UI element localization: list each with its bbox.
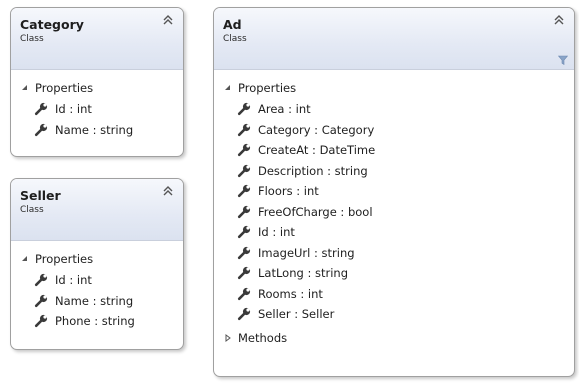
expanded-triangle-icon[interactable] [20, 254, 30, 264]
property-item[interactable]: FreeOfCharge : bool [214, 202, 574, 223]
section-header-properties[interactable]: Properties [11, 249, 183, 269]
section-header-properties[interactable]: Properties [214, 78, 574, 98]
class-header[interactable]: Category Class [11, 8, 183, 70]
property-item[interactable]: Phone : string [11, 311, 183, 332]
property-item[interactable]: ImageUrl : string [214, 243, 574, 264]
wrench-icon [34, 273, 48, 287]
property-text: Id : int [55, 273, 92, 287]
property-text: Name : string [55, 293, 134, 308]
section-methods: Methods [214, 325, 574, 348]
class-name: Seller [20, 188, 61, 203]
property-text: Name : string [55, 122, 134, 137]
property-item[interactable]: Name : string [11, 291, 183, 312]
wrench-icon [237, 123, 251, 136]
class-shape-category[interactable]: Category Class Properties Id : int Name … [10, 7, 184, 157]
property-text: ImageUrl : string [258, 245, 355, 260]
section-header-properties[interactable]: Properties [11, 78, 183, 98]
double-chevron-up-icon[interactable] [161, 13, 175, 27]
wrench-icon [237, 266, 251, 280]
class-kind: Class [20, 34, 44, 44]
wrench-icon [237, 184, 251, 198]
class-header[interactable]: Ad Class [214, 8, 574, 70]
property-text: Id : int [55, 102, 92, 116]
collapsed-triangle-icon[interactable] [223, 333, 233, 343]
property-text: LatLong : string [258, 266, 348, 280]
property-item[interactable]: Seller : Seller [214, 304, 574, 325]
double-chevron-up-icon[interactable] [161, 184, 175, 198]
property-text: Id : int [258, 225, 295, 239]
property-item[interactable]: Category : Category [214, 120, 574, 141]
wrench-icon [237, 287, 251, 300]
class-shape-ad[interactable]: Ad Class Properties Area : int Category … [213, 7, 575, 377]
property-item[interactable]: Rooms : int [214, 284, 574, 305]
property-item[interactable]: Id : int [11, 270, 183, 291]
wrench-icon [34, 102, 48, 116]
property-item[interactable]: Id : int [214, 222, 574, 243]
class-name: Ad [223, 17, 242, 32]
wrench-icon [237, 143, 251, 157]
property-text: CreateAt : DateTime [258, 143, 376, 157]
property-item[interactable]: LatLong : string [214, 263, 574, 284]
section-label: Properties [238, 81, 297, 95]
section-label: Methods [238, 330, 288, 345]
wrench-icon [34, 314, 48, 328]
section-label: Properties [35, 252, 94, 266]
section-properties: Properties Id : int Name : string [11, 70, 183, 140]
expanded-triangle-icon[interactable] [223, 83, 233, 93]
property-text: Area : int [258, 102, 311, 116]
wrench-icon [34, 123, 48, 136]
property-text: Category : Category [258, 122, 375, 137]
wrench-icon [237, 102, 251, 116]
property-item[interactable]: Area : int [214, 99, 574, 120]
wrench-icon [237, 246, 251, 259]
property-text: Description : string [258, 163, 368, 178]
wrench-icon [237, 164, 251, 177]
property-text: Seller : Seller [258, 307, 335, 321]
expanded-triangle-icon[interactable] [20, 83, 30, 93]
section-header-methods[interactable]: Methods [214, 328, 574, 348]
class-header[interactable]: Seller Class [11, 179, 183, 241]
property-item[interactable]: Floors : int [214, 181, 574, 202]
class-kind: Class [20, 205, 44, 215]
filter-funnel-icon[interactable] [558, 55, 568, 65]
section-properties: Properties Id : int Name : string [11, 241, 183, 332]
wrench-icon [34, 294, 48, 307]
property-item[interactable]: Description : string [214, 161, 574, 182]
class-kind: Class [223, 34, 247, 44]
section-properties: Properties Area : int Category : Categor… [214, 70, 574, 325]
double-chevron-up-icon[interactable] [552, 13, 566, 27]
property-item[interactable]: Name : string [11, 120, 183, 141]
wrench-icon [237, 205, 251, 218]
property-item[interactable]: CreateAt : DateTime [214, 140, 574, 161]
property-text: Floors : int [258, 184, 319, 198]
section-label: Properties [35, 81, 94, 95]
class-shape-seller[interactable]: Seller Class Properties Id : int Name: … [10, 178, 184, 350]
property-text: FreeOfCharge : bool [258, 204, 373, 219]
property-item[interactable]: Id : int [11, 99, 183, 120]
class-name: Category [20, 17, 84, 32]
property-text: Rooms : int [258, 286, 323, 301]
wrench-icon [237, 307, 251, 321]
wrench-icon [237, 225, 251, 239]
property-text: Phone : string [55, 314, 135, 328]
